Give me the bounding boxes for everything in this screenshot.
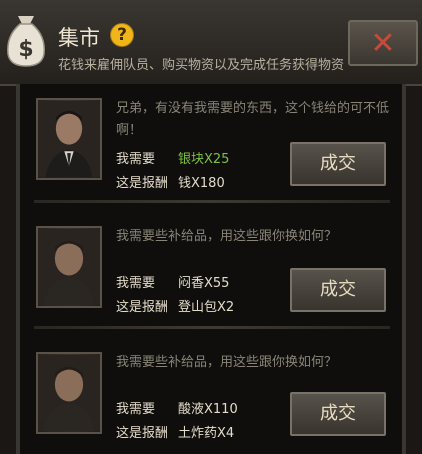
reward-label: 这是报酬 — [116, 426, 169, 441]
need-value: 银块X25 — [178, 152, 230, 167]
need-value: 闷香X55 — [178, 276, 230, 291]
deal-button[interactable]: 成交 — [290, 268, 386, 312]
merchant-dialog: 兄弟，有没有我需要的东西，这个钱给的可不低啊！ — [116, 101, 390, 138]
reward-label: 这是报酬 — [116, 176, 169, 191]
need-label: 我需要 — [116, 152, 156, 167]
reward-value: 登山包X2 — [178, 300, 235, 315]
close-button[interactable]: ✕ — [348, 20, 418, 66]
merchant-dialog: 我需要些补给品，用这些跟你换如何？ — [116, 355, 338, 370]
reward-value: 钱X180 — [178, 176, 225, 191]
need-label: 我需要 — [116, 402, 156, 417]
divider — [34, 326, 390, 329]
merchant-portrait — [36, 226, 102, 308]
trade-item: 我需要些补给品，用这些跟你换如何？ 我需要 酸液X110 这是报酬 土炸药X4 … — [20, 346, 402, 454]
svg-text:$: $ — [18, 37, 33, 62]
merchant-portrait — [36, 352, 102, 434]
merchant-dialog: 我需要些补给品，用这些跟你换如何？ — [116, 229, 338, 244]
page-title: 集市 — [58, 26, 100, 50]
need-label: 我需要 — [116, 276, 156, 291]
money-bag-icon: $ — [7, 16, 45, 67]
page-subtitle: 花钱来雇佣队员、购买物资以及完成任务获得物资 — [58, 58, 345, 73]
divider — [34, 200, 390, 203]
deal-button[interactable]: 成交 — [290, 142, 386, 186]
trade-item: 我需要些补给品，用这些跟你换如何？ 我需要 闷香X55 这是报酬 登山包X2 成… — [20, 220, 402, 332]
close-icon: ✕ — [370, 26, 396, 61]
reward-value: 土炸药X4 — [178, 426, 235, 441]
trade-item: 兄弟，有没有我需要的东西，这个钱给的可不低啊！ 我需要 银块X25 这是报酬 钱… — [20, 92, 402, 204]
deal-button[interactable]: 成交 — [290, 392, 386, 436]
merchant-portrait — [36, 98, 102, 180]
reward-label: 这是报酬 — [116, 300, 169, 315]
help-icon[interactable]: ? — [110, 23, 134, 47]
market-header: $ 集市 ? 花钱来雇佣队员、购买物资以及完成任务获得物资 ✕ — [0, 0, 422, 86]
need-value: 酸液X110 — [178, 402, 238, 417]
